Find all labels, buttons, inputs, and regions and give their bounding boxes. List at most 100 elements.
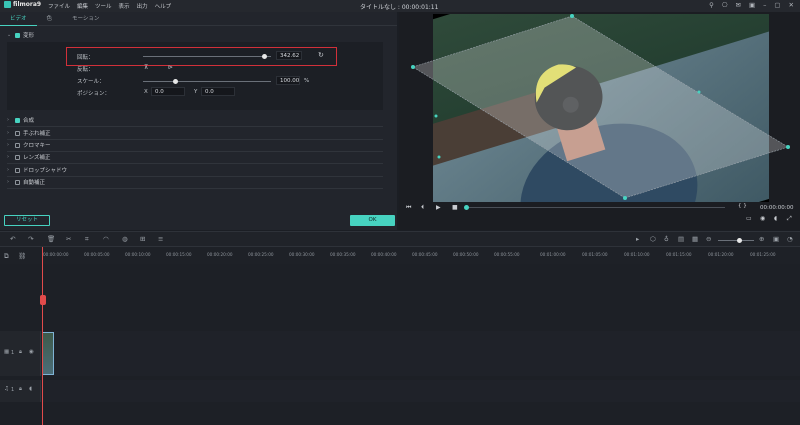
play-icon[interactable]: ▶ <box>436 204 441 211</box>
tab-video[interactable]: ビデオ <box>0 12 37 26</box>
transform-handle[interactable] <box>411 65 415 69</box>
minimize-icon[interactable]: – <box>763 1 766 9</box>
transform-handle[interactable] <box>437 155 441 159</box>
save-icon[interactable]: ▣ <box>749 1 755 9</box>
speaker-icon[interactable]: ◖ <box>29 386 32 392</box>
zoom-slider-knob[interactable] <box>737 238 742 243</box>
redo-icon[interactable]: ↷ <box>28 235 33 243</box>
composite-checkbox[interactable] <box>15 117 20 123</box>
ruler-tick-label: 00:01:20:00 <box>708 252 734 257</box>
stabilization-checkbox[interactable] <box>15 130 20 136</box>
drop-shadow-checkbox[interactable] <box>15 167 20 173</box>
menu-export[interactable]: 出力 <box>137 2 148 10</box>
snapshot-icon[interactable]: ◉ <box>760 215 765 222</box>
undo-icon[interactable]: ↶ <box>10 235 15 243</box>
menu-view[interactable]: 表示 <box>119 2 130 10</box>
scale-label: スケール： <box>77 79 105 85</box>
rewind-icon[interactable]: ⏴ <box>421 204 424 212</box>
chevron-right-icon: › <box>7 117 9 123</box>
flip-vertical-icon[interactable]: ⊼ <box>144 64 148 71</box>
menu-tools[interactable]: ツール <box>95 2 112 10</box>
ruler-tick-label: 00:01:05:00 <box>582 252 608 257</box>
tab-motion[interactable]: モーション <box>62 12 109 26</box>
lens-correction-checkbox[interactable] <box>15 154 20 160</box>
delete-icon[interactable]: 🗑 <box>47 235 55 243</box>
chroma-key-checkbox[interactable] <box>15 142 20 148</box>
ruler-tick-label: 00:00:15:00 <box>166 252 192 257</box>
divider <box>7 176 383 177</box>
section-drop-shadow[interactable]: › ドロップシャドウ <box>7 166 67 174</box>
auto-enhance-checkbox[interactable] <box>15 179 20 185</box>
y-position-input[interactable]: 0.0 <box>201 87 235 96</box>
reset-button[interactable]: リセット <box>4 215 50 226</box>
timeline-settings-icon[interactable]: ◔ <box>787 235 793 243</box>
audio-adjust-icon[interactable]: ≡ <box>158 235 163 243</box>
gift-icon[interactable]: ⎔ <box>722 1 728 9</box>
previous-frame-icon[interactable]: ⏮ <box>406 204 411 212</box>
transform-handle[interactable] <box>570 14 574 18</box>
section-lens-correction[interactable]: › レンズ補正 <box>7 153 50 161</box>
section-auto-enhance[interactable]: › 自動補正 <box>7 178 45 186</box>
x-position-input[interactable]: 0.0 <box>151 87 185 96</box>
green-screen-icon[interactable]: ⊞ <box>140 235 145 243</box>
scale-slider[interactable] <box>143 79 271 84</box>
lock-icon[interactable]: 🔒︎ <box>19 386 22 393</box>
section-stabilization[interactable]: › 手ぶれ補正 <box>7 129 51 137</box>
maximize-icon[interactable]: ▢ <box>774 1 780 9</box>
lock-icon[interactable]: 🔒︎ <box>19 349 22 356</box>
playhead-handle[interactable] <box>40 295 46 305</box>
menu-help[interactable]: ヘルプ <box>155 2 172 10</box>
ok-button[interactable]: OK <box>350 215 395 226</box>
color-icon[interactable]: ◍ <box>122 235 128 243</box>
section-composite[interactable]: › 合成 <box>7 116 34 124</box>
transform-section-header[interactable]: ⌄ 変形 <box>7 31 34 39</box>
video-track[interactable] <box>41 331 800 376</box>
flip-horizontal-icon[interactable]: ⊳ <box>168 64 173 71</box>
fullscreen-icon[interactable]: ⤢ <box>787 215 792 223</box>
transform-handle[interactable] <box>697 90 701 94</box>
scale-slider-knob[interactable] <box>172 79 178 84</box>
mark-brackets[interactable]: { } <box>738 203 747 209</box>
user-icon[interactable]: ⚲ <box>709 1 714 9</box>
cut-icon[interactable]: ✂ <box>66 235 71 243</box>
microphone-icon[interactable]: ♁ <box>664 235 669 243</box>
playback-progress-bar[interactable] <box>465 207 725 208</box>
crop-icon[interactable]: ⌗ <box>85 235 89 244</box>
transform-handle[interactable] <box>434 114 438 118</box>
section-chroma-key[interactable]: › クロマキー <box>7 141 51 149</box>
marker-icon[interactable]: ⬡ <box>650 235 656 243</box>
section-composite-label: 合成 <box>23 118 35 124</box>
eye-icon[interactable]: ◉ <box>29 349 34 355</box>
render-icon[interactable]: ▸ <box>636 235 639 243</box>
mail-icon[interactable]: ✉ <box>736 1 741 9</box>
close-icon[interactable]: ✕ <box>789 1 794 9</box>
audio-track[interactable] <box>41 380 800 402</box>
playback-progress-knob[interactable] <box>464 205 469 210</box>
scale-value-input[interactable]: 100.00 <box>276 76 300 85</box>
chevron-right-icon: › <box>7 167 9 173</box>
playhead[interactable] <box>42 247 43 425</box>
zoom-in-icon[interactable]: ⊕ <box>759 235 764 243</box>
transform-handle[interactable] <box>786 145 790 149</box>
voiceover-icon[interactable]: ▤ <box>678 235 684 243</box>
zoom-slider[interactable] <box>718 240 754 241</box>
volume-icon[interactable]: ◖ <box>774 215 777 222</box>
speed-icon[interactable]: ◠ <box>103 235 109 243</box>
section-stabilization-label: 手ぶれ補正 <box>23 131 51 137</box>
ruler-tick-label: 00:00:45:00 <box>412 252 438 257</box>
tab-color[interactable]: 色 <box>37 12 63 26</box>
fit-timeline-icon[interactable]: ▣ <box>773 235 779 243</box>
transform-handle[interactable] <box>623 196 627 200</box>
menu-file[interactable]: ファイル <box>48 2 70 10</box>
display-settings-icon[interactable]: ▭ <box>746 215 752 222</box>
x-label: X <box>144 89 148 95</box>
menu-edit[interactable]: 編集 <box>77 2 88 10</box>
snapshot-timeline-icon[interactable]: ▦ <box>692 235 698 243</box>
transform-bounding-box <box>411 14 790 200</box>
stop-icon[interactable]: ■ <box>452 204 458 211</box>
section-lens-correction-label: レンズ補正 <box>23 155 51 161</box>
video-clip[interactable] <box>42 332 54 375</box>
transform-checkbox[interactable] <box>15 32 20 38</box>
zoom-out-icon[interactable]: ⊖ <box>706 235 711 243</box>
ruler-tick-label: 00:00:55:00 <box>494 252 520 257</box>
